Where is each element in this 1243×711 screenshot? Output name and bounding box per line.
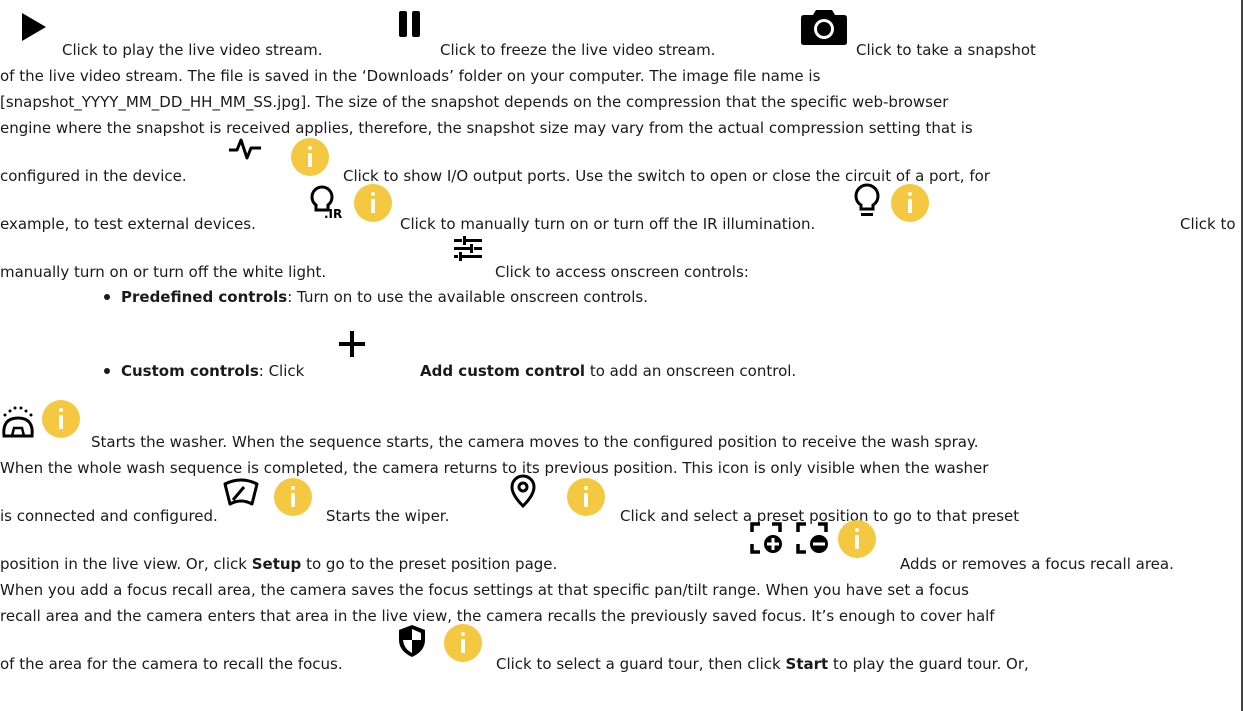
bullet [104, 294, 110, 300]
add-custom-control-desc: to add an onscreen control. [589, 362, 797, 380]
guard-desc-a: Click to select a guard tour, then click [496, 655, 781, 673]
sliders-icon [454, 236, 482, 261]
focus-add-icon [750, 522, 782, 554]
controls-description: Click to access onscreen controls: [495, 263, 749, 281]
preset-line-2-a: position in the live view. Or, click [0, 555, 247, 573]
snapshot-description: Click to take a snapshot [856, 41, 1036, 59]
light-description: Click to [1180, 215, 1236, 233]
info-icon [567, 478, 605, 516]
camera-icon [801, 10, 847, 45]
io-line-2: example, to test external devices. [0, 215, 256, 233]
predefined-controls-desc: : Turn on to use the available onscreen … [287, 288, 648, 306]
shield-icon [399, 625, 425, 657]
snapshot-line-2: of the live video stream. The file is sa… [0, 67, 821, 85]
predefined-controls-item: Predefined controls: Turn on to use the … [121, 287, 648, 307]
guard-description: Click to select a guard tour, then click… [496, 654, 1029, 674]
washer-icon [2, 406, 34, 438]
info-icon [444, 624, 482, 662]
play-description: Click to play the live video stream. [62, 41, 323, 59]
info-icon [274, 478, 312, 516]
add-custom-control-label: Add custom control [420, 362, 586, 380]
pause-description: Click to freeze the live video stream. [440, 41, 716, 59]
document-page: Click to play the live video stream. Cli… [0, 0, 1243, 711]
info-icon [354, 184, 392, 222]
custom-controls-item: Custom controls: Click [121, 361, 304, 381]
plus-icon [339, 331, 365, 357]
setup-label: Setup [251, 555, 302, 573]
preset-line-2-b: to go to the preset position page. [306, 555, 558, 573]
info-icon [838, 520, 876, 558]
wiper-description: Starts the wiper. [326, 507, 450, 525]
info-icon [291, 138, 329, 176]
custom-controls-label: Custom controls [121, 362, 259, 380]
washer-line-2: When the whole wash sequence is complete… [0, 459, 989, 477]
custom-controls-desc: : Click [258, 362, 305, 380]
ir-description: Click to manually turn on or turn off th… [400, 215, 816, 233]
washer-line-3: is connected and configured. [0, 507, 218, 525]
washer-description: Starts the washer. When the sequence sta… [91, 433, 979, 451]
focus-line-3: recall area and the camera enters that a… [0, 607, 995, 625]
play-icon [22, 13, 46, 41]
snapshot-line-5: configured in the device. [0, 167, 187, 185]
focus-line-4: of the area for the camera to recall the… [0, 655, 343, 673]
info-icon [42, 400, 80, 438]
guard-desc-b: to play the guard tour. Or, [832, 655, 1029, 673]
ir-bulb-icon: .IR [310, 185, 342, 220]
snapshot-line-3: [snapshot_YYYY_MM_DD_HH_MM_SS.jpg]. The … [0, 93, 949, 111]
io-pulse-icon [229, 138, 261, 160]
focus-remove-icon [796, 522, 828, 554]
focus-line-2: When you add a focus recall area, the ca… [0, 581, 970, 599]
snapshot-line-4: engine where the snapshot is received ap… [0, 119, 973, 137]
info-icon [891, 184, 929, 222]
preset-line-2: position in the live view. Or, click Set… [0, 554, 557, 574]
add-custom-control-text: Add custom control to add an onscreen co… [420, 361, 796, 381]
start-label: Start [785, 655, 829, 673]
focus-description: Adds or removes a focus recall area. [900, 555, 1174, 573]
io-description: Click to show I/O output ports. Use the … [343, 167, 990, 185]
wiper-icon [223, 478, 259, 506]
pause-icon [399, 11, 420, 37]
location-pin-icon [510, 474, 536, 508]
svg-text:.IR: .IR [324, 207, 342, 220]
predefined-controls-label: Predefined controls [121, 288, 288, 306]
light-line-2: manually turn on or turn off the white l… [0, 263, 327, 281]
bullet [104, 368, 110, 374]
light-bulb-icon [854, 183, 880, 216]
